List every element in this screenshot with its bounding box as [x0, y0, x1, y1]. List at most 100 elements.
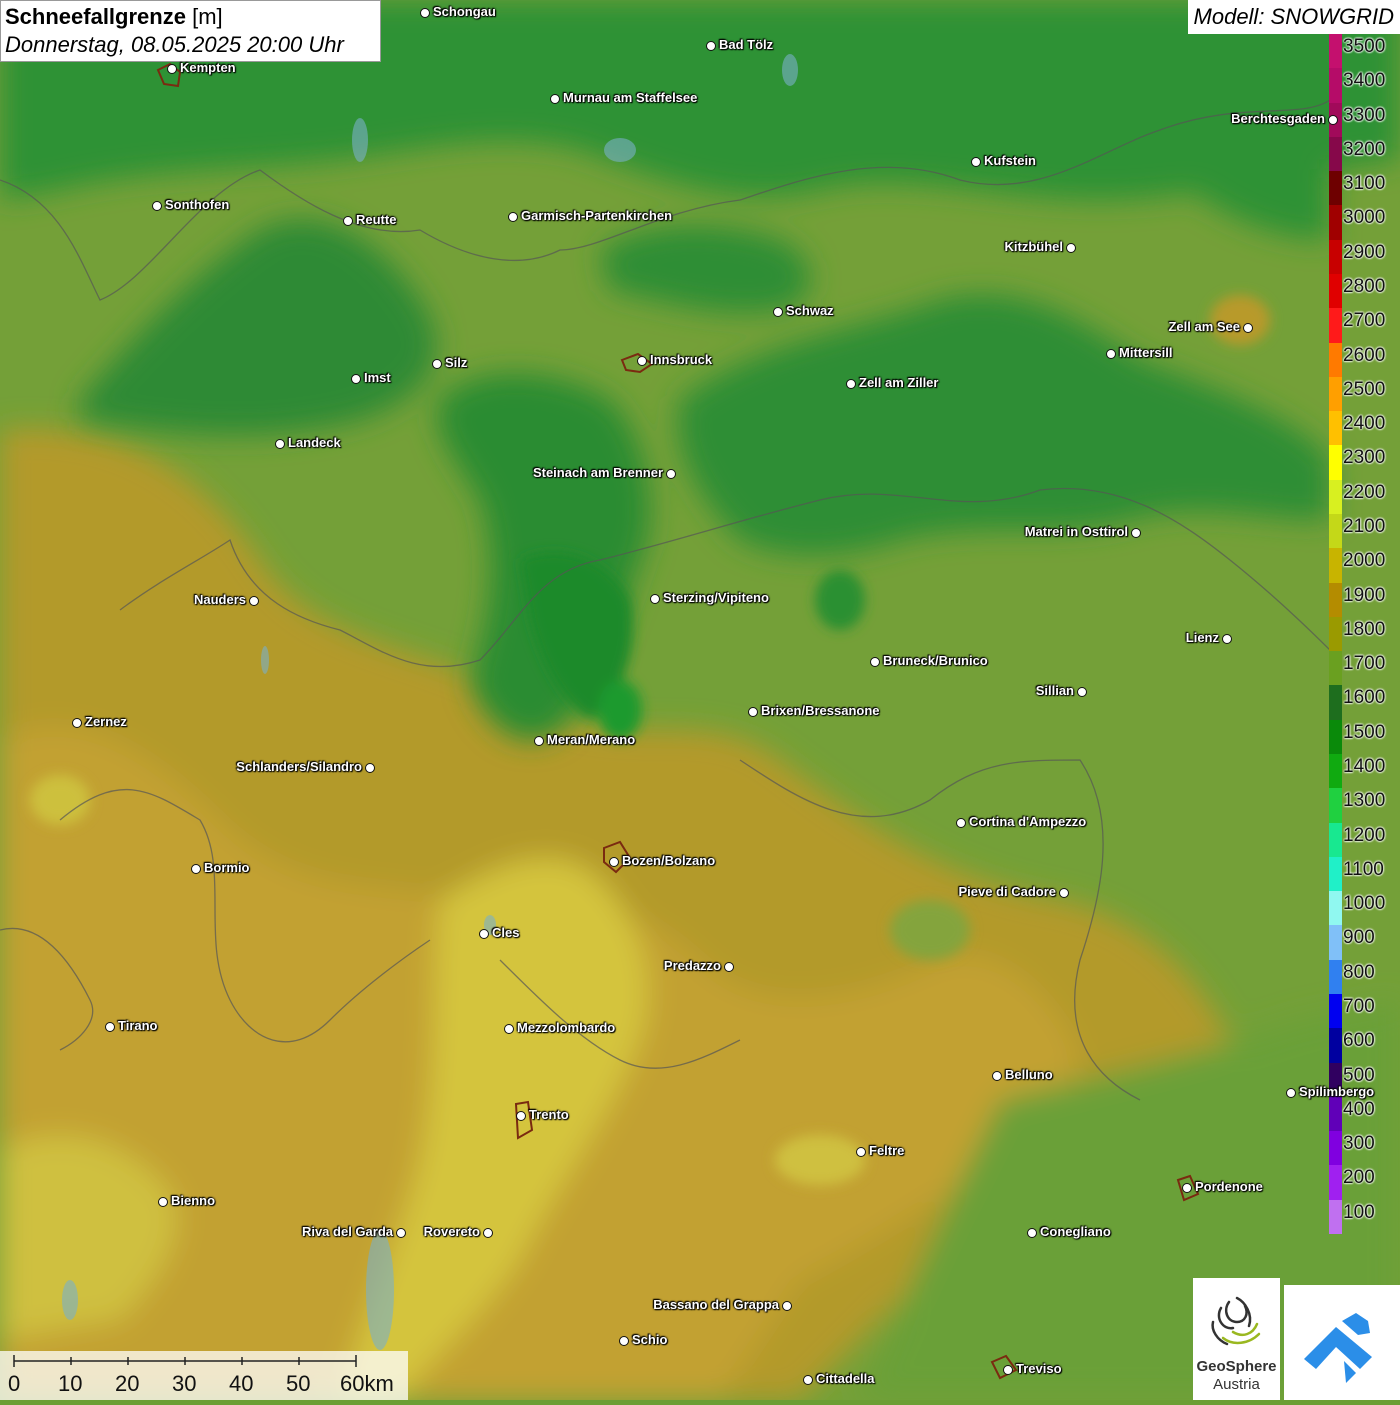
legend-label: 3000 — [1343, 207, 1386, 229]
place-name: Bozen/Bolzano — [622, 853, 716, 868]
legend-swatch — [1329, 891, 1342, 926]
legend-swatch — [1329, 685, 1342, 721]
place-dot — [420, 8, 430, 18]
place-dot — [550, 94, 560, 104]
legend-swatch — [1329, 411, 1342, 446]
place-name: Spilimbergo — [1299, 1084, 1375, 1099]
place-dot — [167, 64, 177, 74]
legend-swatch — [1329, 136, 1342, 172]
place-name: Mezzolombardo — [517, 1020, 616, 1035]
place-name: Bruneck/Brunico — [883, 653, 988, 668]
place-dot — [275, 439, 285, 449]
place-name: Treviso — [1016, 1361, 1062, 1376]
legend-swatch — [1329, 856, 1342, 892]
legend-swatch — [1329, 376, 1342, 412]
place-name: Berchtesgaden — [1231, 111, 1325, 126]
place-dot — [992, 1071, 1002, 1081]
legend-swatch — [1329, 616, 1342, 652]
geosphere-logo[interactable]: GeoSphere Austria — [1193, 1278, 1280, 1400]
place-dot — [1027, 1228, 1037, 1238]
scale-label: 30 — [172, 1371, 197, 1396]
legend-label: 2400 — [1343, 413, 1386, 435]
place-name: Innsbruck — [650, 352, 713, 367]
place-dot — [516, 1111, 526, 1121]
app-logo[interactable] — [1284, 1285, 1400, 1400]
geosphere-logo-line2: Austria — [1213, 1376, 1260, 1393]
legend-swatch — [1329, 994, 1342, 1029]
legend-label: 2700 — [1343, 310, 1386, 332]
place-name: Zernez — [85, 714, 127, 729]
legend-swatch — [1329, 788, 1342, 824]
legend-swatch — [1329, 959, 1342, 995]
legend-swatch — [1329, 171, 1342, 206]
place-name: Kufstein — [984, 153, 1036, 168]
place-name: Murnau am Staffelsee — [563, 90, 698, 105]
place-name: Belluno — [1005, 1067, 1053, 1082]
map-datetime: Donnerstag, 08.05.2025 20:00 Uhr — [5, 32, 344, 57]
legend-label: 300 — [1343, 1133, 1375, 1155]
legend-swatch — [1329, 445, 1342, 481]
legend-label: 1300 — [1343, 790, 1386, 812]
legend-label: 2200 — [1343, 481, 1386, 503]
legend-label: 800 — [1343, 961, 1375, 983]
place-dot — [343, 216, 353, 226]
place-name: Rovereto — [423, 1224, 480, 1239]
place-name: Brixen/Bressanone — [761, 703, 880, 718]
legend-swatch — [1329, 651, 1342, 686]
legend-swatch — [1329, 514, 1342, 549]
place-dot — [1059, 888, 1069, 898]
place-name: Trento — [529, 1107, 569, 1122]
place-name: Nauders — [193, 592, 246, 607]
legend-label: 2500 — [1343, 378, 1386, 400]
legend-label: 3200 — [1343, 138, 1386, 160]
place-dot — [782, 1301, 792, 1311]
place-dot — [152, 201, 162, 211]
legend-swatch — [1329, 582, 1342, 618]
place-dot — [249, 596, 259, 606]
place-name: Schio — [632, 1332, 668, 1347]
legend-label: 1800 — [1343, 618, 1386, 640]
legend-swatch — [1329, 822, 1342, 858]
place-name: Silz — [445, 355, 468, 370]
legend-swatch — [1329, 239, 1342, 275]
scale-bar: 0 10 20 30 40 50 60km — [0, 1351, 408, 1400]
place-name: Reutte — [356, 212, 397, 227]
place-dot — [1222, 634, 1232, 644]
legend-label: 1400 — [1343, 756, 1386, 777]
place-name: Pordenone — [1195, 1179, 1263, 1194]
legend-label: 2300 — [1343, 447, 1386, 469]
model-label: Modell: SNOWGRID — [1187, 0, 1400, 34]
place-dot — [1131, 528, 1141, 538]
place-dot — [1243, 323, 1253, 333]
place-name: Bad Tölz — [719, 37, 774, 52]
legend-label: 600 — [1343, 1030, 1375, 1052]
scale-label: 40 — [229, 1371, 254, 1396]
legend-label: 2000 — [1343, 550, 1386, 572]
place-dot — [396, 1228, 406, 1238]
place-dot — [483, 1228, 493, 1238]
place-dot — [1328, 115, 1338, 125]
place-dot — [158, 1197, 168, 1207]
geosphere-logo-line1: GeoSphere — [1196, 1358, 1277, 1375]
legend-swatch — [1329, 479, 1342, 515]
legend-swatch — [1329, 308, 1342, 344]
place-dot — [365, 763, 375, 773]
app-logo-icon — [1304, 1313, 1372, 1383]
place-name: Schongau — [433, 4, 496, 19]
title-box: Schneefallgrenze [m] Donnerstag, 08.05.2… — [0, 0, 381, 62]
place-name: Steinach am Brenner — [532, 465, 663, 480]
legend-label: 1700 — [1343, 653, 1386, 675]
place-dot — [1182, 1183, 1192, 1193]
place-name: Zell am Ziller — [859, 375, 939, 390]
legend-label: 900 — [1343, 927, 1375, 949]
legend-label: 200 — [1343, 1167, 1375, 1189]
legend-label: 1900 — [1343, 584, 1386, 606]
place-name: Imst — [364, 370, 391, 385]
place-dot — [105, 1022, 115, 1032]
place-name: Feltre — [869, 1143, 905, 1158]
legend-label: 1500 — [1343, 721, 1386, 743]
map-title-main: Schneefallgrenze — [5, 4, 186, 29]
geosphere-logo-icon — [1211, 1296, 1261, 1346]
place-name: Riva del Garda — [301, 1224, 393, 1239]
legend-label: 100 — [1343, 1201, 1375, 1223]
